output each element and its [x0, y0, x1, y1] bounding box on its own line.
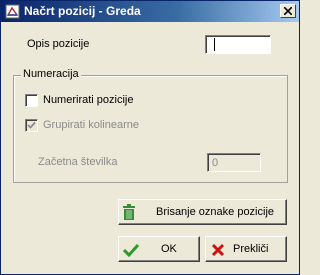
close-icon [284, 7, 292, 15]
numeracija-legend: Numeracija [21, 68, 81, 80]
preklici-button[interactable]: Prekliči [205, 236, 287, 262]
dialog-window: Načrt pozicij - Greda Opis pozicije Nume… [0, 0, 300, 275]
app-icon [5, 4, 20, 19]
numerirati-pozicije-label[interactable]: Numerirati pozicije [43, 94, 133, 106]
numerirati-pozicije-checkbox[interactable] [25, 94, 38, 107]
opis-pozicije-container [205, 35, 271, 54]
text-caret [214, 38, 215, 51]
grupirati-kolinearne-label[interactable]: Grupirati kolinearne [43, 119, 139, 131]
ok-button[interactable]: OK [118, 236, 200, 262]
zacetna-stevilka-input[interactable] [207, 153, 261, 172]
grupirati-kolinearne-checkbox[interactable] [25, 119, 38, 132]
window-title: Načrt pozicij - Greda [24, 4, 141, 18]
checkmark-icon [122, 243, 140, 260]
close-button[interactable] [280, 4, 296, 18]
preklici-label: Prekliči [233, 243, 269, 255]
opis-pozicije-label: Opis pozicije [27, 38, 90, 50]
title-bar[interactable]: Načrt pozicij - Greda [1, 1, 299, 22]
brisanje-oznake-label: Brisanje oznake pozicije [156, 206, 275, 218]
trash-icon [122, 204, 136, 224]
checkmark-icon [27, 121, 36, 129]
ok-label: OK [161, 243, 177, 255]
zacetna-stevilka-label: Začetna številka [38, 156, 118, 168]
cancel-x-icon [211, 243, 225, 260]
brisanje-oznake-button[interactable]: Brisanje oznake pozicije [118, 199, 287, 225]
